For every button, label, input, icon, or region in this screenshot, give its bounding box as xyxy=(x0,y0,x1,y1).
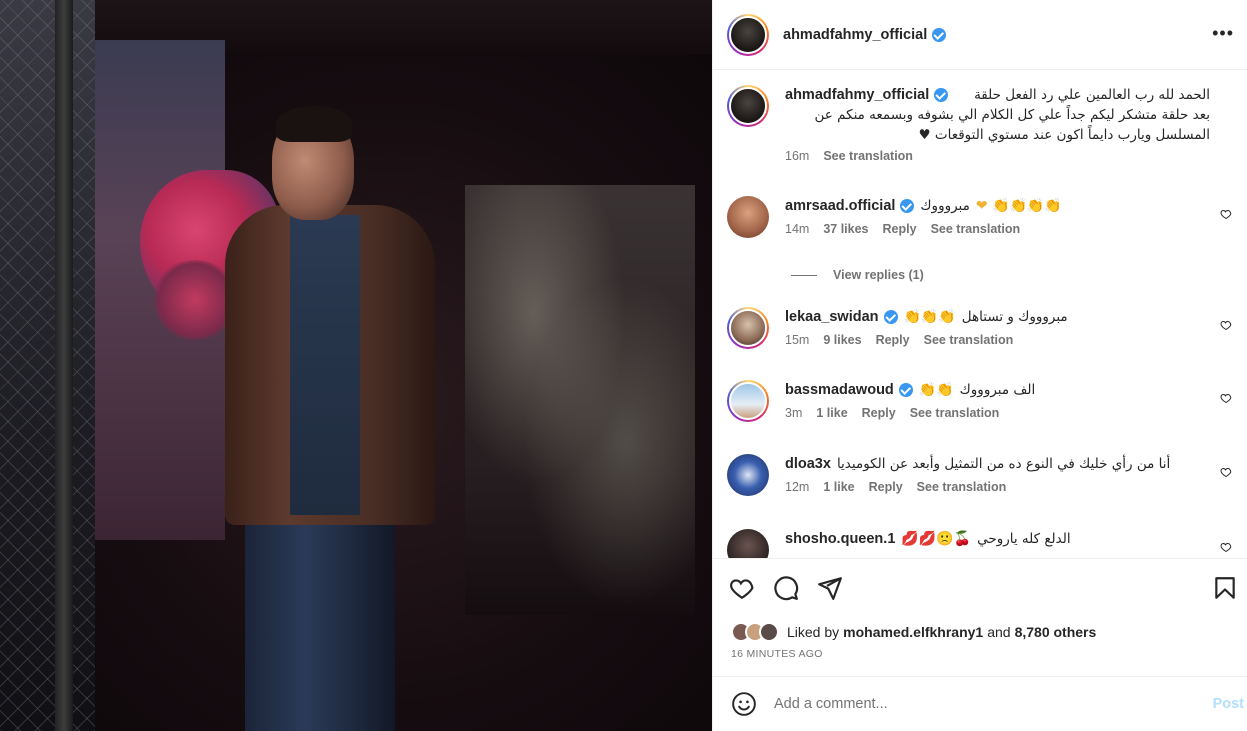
comment-emojis: 👏👏 xyxy=(918,382,954,398)
image-person-legs xyxy=(245,500,395,731)
caption-avatar[interactable] xyxy=(727,85,769,127)
see-translation-link[interactable]: See translation xyxy=(917,480,1007,494)
image-graffiti-wall-right xyxy=(465,185,695,615)
post-actions: Liked by mohamed.elfkhrany1 and 8,780 ot… xyxy=(713,558,1247,676)
heart-icon[interactable] xyxy=(1220,466,1232,478)
verified-badge-icon xyxy=(898,383,913,397)
reply-button[interactable]: Reply xyxy=(876,333,910,347)
comment-time: 15m xyxy=(785,333,810,347)
view-replies-button[interactable]: View replies (1) xyxy=(791,268,924,282)
see-translation-link[interactable]: See translation xyxy=(823,149,913,163)
comment-likes[interactable]: 9 likes xyxy=(823,333,861,347)
verified-badge-icon xyxy=(934,88,949,102)
comment-username[interactable]: shosho.queen.1 xyxy=(785,529,895,549)
verified-badge-icon xyxy=(900,199,915,213)
liked-by-label: Liked by xyxy=(787,624,840,640)
liked-by-user[interactable]: mohamed.elfkhrany1 xyxy=(843,624,983,640)
caption-username[interactable]: ahmadfahmy_official xyxy=(785,85,929,105)
caption-text-line3: المسلسل ويارب دايماً اكون عند مستوي التو… xyxy=(918,127,1210,143)
caption-time: 16m xyxy=(785,149,810,163)
caption-text-line2: بعد حلقة متشكر ليكم جداً علي كل الكلام ا… xyxy=(814,107,1211,123)
comment-username[interactable]: amrsaad.official xyxy=(785,196,895,216)
comment-time: 3m xyxy=(785,406,803,420)
comment-avatar[interactable] xyxy=(727,529,769,558)
verified-badge-icon xyxy=(932,27,947,42)
view-replies-dash xyxy=(791,274,817,276)
comment-text: أنا من رأي خليك في النوع ده من التمثيل و… xyxy=(836,456,1171,472)
image-fence-post xyxy=(55,0,73,731)
emoji-icon[interactable] xyxy=(731,691,757,717)
comment-avatar[interactable] xyxy=(727,380,769,422)
author-avatar[interactable] xyxy=(727,13,769,56)
liker-avatars xyxy=(731,622,779,642)
verified-badge-icon xyxy=(883,310,898,324)
comment-username[interactable]: dloa3x xyxy=(785,454,831,474)
heart-icon[interactable] xyxy=(1220,319,1232,331)
comment-likes[interactable]: 1 like xyxy=(823,480,854,494)
bookmark-icon[interactable] xyxy=(1212,575,1238,601)
post-image[interactable] xyxy=(0,0,712,731)
add-comment-input[interactable] xyxy=(774,696,1194,712)
comment-text: مبروووك xyxy=(920,198,970,214)
caption-text-line1: الحمد لله رب العالمين علي رد الفعل حلقة xyxy=(974,87,1210,103)
post-comment-button[interactable]: Post xyxy=(1213,696,1244,712)
post-side-panel: ahmadfahmy_official ••• ahmadfahmy_offic… xyxy=(712,0,1247,731)
comment-username[interactable]: lekaa_swidan xyxy=(785,307,879,327)
comment-avatar[interactable] xyxy=(727,454,769,496)
heart-icon[interactable] xyxy=(729,575,755,601)
likes-summary[interactable]: Liked by mohamed.elfkhrany1 and 8,780 ot… xyxy=(731,622,1096,642)
liked-by-others[interactable]: 8,780 others xyxy=(1015,624,1097,640)
author-username[interactable]: ahmadfahmy_official xyxy=(783,27,947,43)
post-header: ahmadfahmy_official ••• xyxy=(713,0,1247,70)
see-translation-link[interactable]: See translation xyxy=(931,222,1021,236)
image-fence xyxy=(0,0,95,731)
post-timestamp: 16 MINUTES AGO xyxy=(731,648,823,660)
comment-avatar[interactable] xyxy=(727,307,769,349)
heart-icon[interactable] xyxy=(1220,392,1232,404)
comment-time: 14m xyxy=(785,222,810,236)
image-person-hair xyxy=(276,106,352,142)
heart-icon[interactable] xyxy=(1220,208,1232,220)
comment-text: الف مبروووك xyxy=(959,382,1036,398)
reply-button[interactable]: Reply xyxy=(862,406,896,420)
see-translation-link[interactable]: See translation xyxy=(924,333,1014,347)
more-options-icon[interactable]: ••• xyxy=(1212,24,1234,42)
comment-likes[interactable]: 37 likes xyxy=(823,222,868,236)
comment-time: 12m xyxy=(785,480,810,494)
reply-button[interactable]: Reply xyxy=(869,480,903,494)
heart-icon[interactable] xyxy=(1220,541,1232,553)
image-person-shirt xyxy=(290,215,360,515)
add-comment-bar: Post xyxy=(713,676,1247,731)
comment-emojis: 👏👏👏 xyxy=(903,309,956,325)
comment-icon[interactable] xyxy=(773,575,799,601)
comment-username[interactable]: bassmadawoud xyxy=(785,380,894,400)
share-icon[interactable] xyxy=(817,575,843,601)
comments-list[interactable]: ahmadfahmy_official الحمد لله رب العالمي… xyxy=(713,71,1247,558)
comment-likes[interactable]: 1 like xyxy=(816,406,847,420)
reply-button[interactable]: Reply xyxy=(883,222,917,236)
comment-text: مبروووك و تستاهل xyxy=(961,309,1068,325)
see-translation-link[interactable]: See translation xyxy=(910,406,1000,420)
comment-emojis: 💋💋🙁🍒 xyxy=(901,531,972,547)
comment-avatar[interactable] xyxy=(727,196,769,238)
comment-text: الدلع كله ياروحي xyxy=(977,531,1071,547)
liked-by-and: and xyxy=(987,624,1011,640)
comment-emojis: ❤ 👏👏👏👏 xyxy=(975,198,1062,214)
